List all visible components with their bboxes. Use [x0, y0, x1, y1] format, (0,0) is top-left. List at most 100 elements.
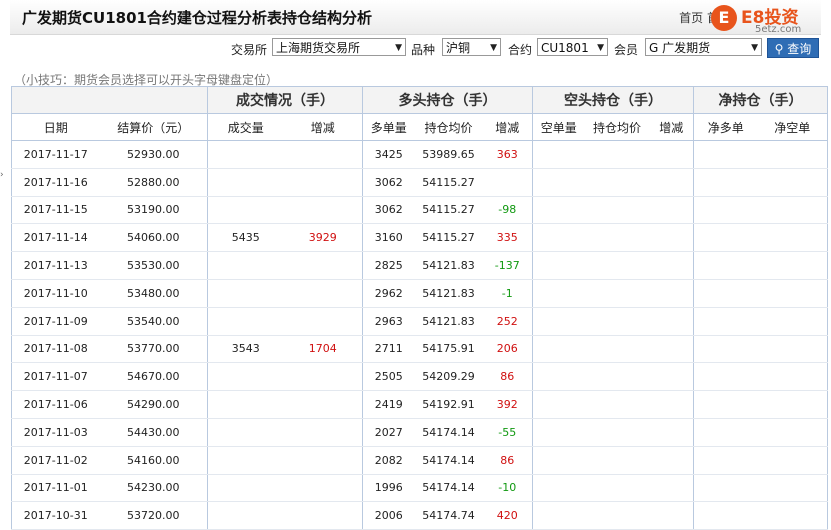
cell-long-avg: 54209.29: [414, 362, 483, 392]
cell-short-change: [649, 501, 694, 530]
cell-long-avg: 54121.83: [414, 307, 483, 336]
cell-long: 2825: [362, 251, 415, 280]
chevron-down-icon: ▼: [490, 43, 497, 53]
col-long-qty[interactable]: 多单量: [362, 113, 415, 141]
page-title: 广发期货CU1801合约建仓过程分析表持仓结构分析: [22, 9, 372, 27]
cell-net-short: [757, 362, 828, 392]
cell-long: 2006: [362, 501, 415, 530]
col-long-change[interactable]: 增减: [482, 113, 533, 141]
cell-long-chg: 363: [482, 140, 533, 169]
logo-site: 5etz.com: [755, 24, 802, 35]
cell-long-chg: -137: [482, 251, 533, 280]
query-button[interactable]: ⚲ 查询: [767, 38, 819, 58]
cell-long-chg: 335: [482, 223, 533, 253]
cell-net-long: [693, 168, 758, 197]
cell-vol-chg: [283, 362, 363, 392]
cell-long-avg: 54121.83: [414, 279, 483, 308]
chevron-down-icon: ▼: [395, 43, 402, 53]
cell-net-long: [693, 474, 758, 503]
cell-date: 2017-11-08: [11, 335, 100, 364]
table-row: 2017-11-01 54230.00 1996 54174.14 -10: [11, 474, 828, 503]
cell-long-avg: 54115.27: [414, 223, 483, 253]
col-long-avg[interactable]: 持仓均价: [414, 113, 483, 141]
cell-vol-chg: [283, 196, 363, 225]
cell-net-short: [757, 501, 828, 530]
cell-short-change: [649, 335, 694, 364]
col-volume-change[interactable]: 增减: [283, 113, 363, 141]
col-date[interactable]: 日期: [11, 113, 100, 141]
exchange-value: 上海期货交易所: [276, 41, 361, 55]
site-logo[interactable]: E E8投资 5etz.com: [711, 4, 823, 38]
cell-short-avg: [584, 307, 650, 336]
cell-date: 2017-11-14: [11, 223, 100, 253]
cell-vol: [207, 168, 284, 197]
cell-settle: 53190.00: [99, 196, 208, 225]
col-short-avg[interactable]: 持仓均价: [584, 113, 650, 141]
cell-vol-chg: [283, 418, 363, 447]
cell-short-qty: [532, 446, 585, 475]
position-table: 成交情况（手） 多头持仓（手） 空头持仓（手） 净持仓（手） 日期 结算价（元）…: [11, 86, 828, 530]
cell-vol-chg: [283, 390, 363, 419]
cell-net-long: [693, 390, 758, 419]
col-net-short[interactable]: 净空单: [757, 113, 828, 141]
group-header-net: 净持仓（手）: [693, 86, 828, 114]
cell-short-avg: [584, 251, 650, 280]
col-short-change[interactable]: 增减: [649, 113, 694, 141]
cell-long: 2027: [362, 418, 415, 447]
cell-net-long: [693, 307, 758, 336]
cell-settle: 53540.00: [99, 307, 208, 336]
cell-long: 2711: [362, 335, 415, 364]
variety-label: 品种: [411, 43, 436, 57]
col-volume[interactable]: 成交量: [207, 113, 284, 141]
cell-net-long: [693, 140, 758, 169]
col-short-qty[interactable]: 空单量: [532, 113, 585, 141]
cell-date: 2017-11-09: [11, 307, 100, 336]
cell-settle: 54430.00: [99, 418, 208, 447]
cell-short-change: [649, 223, 694, 253]
cell-short-avg: [584, 446, 650, 475]
cell-long-avg: 54174.74: [414, 501, 483, 530]
cell-long-chg: -1: [482, 279, 533, 308]
cell-long-chg: 86: [482, 446, 533, 475]
cell-date: 2017-11-01: [11, 474, 100, 503]
cell-net-long: [693, 251, 758, 280]
cell-net-long: [693, 223, 758, 253]
table-row: 2017-11-10 53480.00 2962 54121.83 -1: [11, 279, 828, 308]
col-net-long[interactable]: 净多单: [693, 113, 758, 141]
cell-vol-chg: [283, 279, 363, 308]
cell-long-avg: 54175.91: [414, 335, 483, 364]
cell-long-chg: 420: [482, 501, 533, 530]
cell-net-short: [757, 140, 828, 169]
query-label: 查询: [787, 42, 812, 56]
cell-vol-chg: [283, 474, 363, 503]
cell-settle: 54060.00: [99, 223, 208, 253]
cell-net-long: [693, 335, 758, 364]
cell-long-avg: 53989.65: [414, 140, 483, 169]
cell-short-avg: [584, 168, 650, 197]
group-header-short: 空头持仓（手）: [532, 86, 694, 114]
cell-long-chg: [482, 168, 533, 197]
cell-short-qty: [532, 279, 585, 308]
cell-net-short: [757, 223, 828, 253]
member-select[interactable]: G 广发期货 ▼: [645, 38, 762, 56]
group-header-long: 多头持仓（手）: [362, 86, 533, 114]
contract-select[interactable]: CU1801 ▼: [537, 38, 608, 56]
cell-long: 3160: [362, 223, 415, 253]
cell-settle: 53530.00: [99, 251, 208, 280]
collapse-handle-icon[interactable]: ›: [0, 170, 4, 180]
exchange-select[interactable]: 上海期货交易所 ▼: [272, 38, 406, 56]
cell-short-change: [649, 390, 694, 419]
cell-net-short: [757, 279, 828, 308]
cell-net-short: [757, 418, 828, 447]
cell-vol: [207, 196, 284, 225]
cell-net-short: [757, 168, 828, 197]
cell-long-chg: 86: [482, 362, 533, 392]
cell-vol: [207, 390, 284, 419]
col-settle-price[interactable]: 结算价（元）: [99, 113, 208, 141]
cell-short-qty: [532, 474, 585, 503]
cell-vol: [207, 140, 284, 169]
variety-select[interactable]: 沪铜 ▼: [442, 38, 501, 56]
cell-date: 2017-11-16: [11, 168, 100, 197]
cell-long: 2082: [362, 446, 415, 475]
cell-short-change: [649, 418, 694, 447]
